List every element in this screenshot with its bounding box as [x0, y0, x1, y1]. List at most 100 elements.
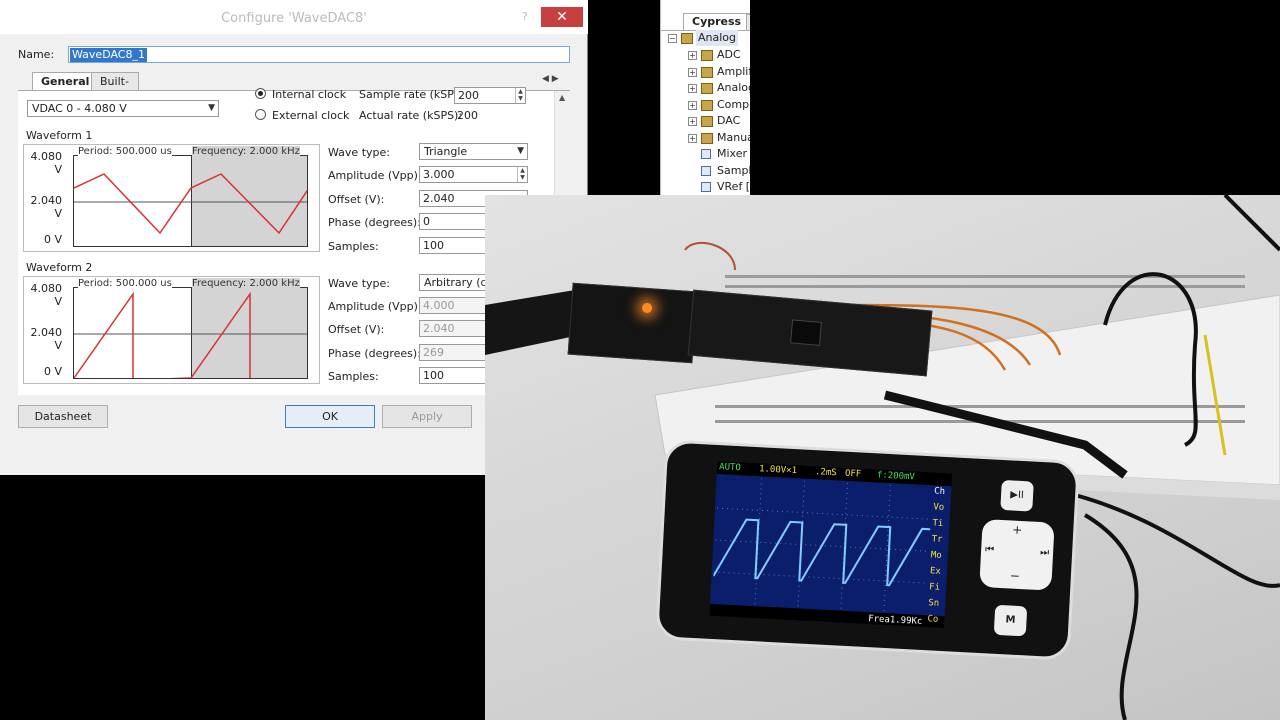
waveform1-preview-box: 4.080 V 2.040 V 0 V Period: 500.000 us F… — [23, 144, 320, 252]
wf2-offset-label: Offset (V): — [328, 323, 385, 336]
waveform1-chart — [74, 173, 307, 235]
expand-icon[interactable]: + — [688, 100, 697, 110]
name-value: WaveDAC8_1 — [70, 48, 147, 62]
waveform2-plot[interactable] — [73, 287, 308, 379]
tree-folder-item[interactable]: Amplif — [717, 64, 750, 80]
scope-screen: AUTO 1.00V×1 .2mS OFF f:200mV Frea1.99Kc… — [709, 461, 953, 629]
scope-frequency: Frea1.99Kc — [867, 614, 923, 627]
scope-menu-item[interactable]: Fi — [929, 582, 940, 593]
minus-button[interactable]: − — [1009, 568, 1020, 583]
scope-menu-item[interactable]: Ch — [934, 486, 945, 497]
next-button[interactable]: ⏭ — [1040, 547, 1050, 558]
expand-icon[interactable]: + — [688, 117, 697, 126]
scope-mode: AUTO — [718, 462, 742, 474]
scope-menu-item[interactable]: Ex — [930, 566, 941, 577]
sample-rate-value: 200 — [458, 89, 479, 102]
tab-scroll-arrows-icon[interactable]: ◀ ▶ — [542, 74, 559, 84]
tab-general[interactable]: General — [32, 72, 92, 91]
tab-cypress[interactable]: Cypress — [683, 13, 750, 30]
help-icon[interactable]: ? — [522, 10, 528, 23]
wf1-samples-value: 100 — [423, 239, 444, 252]
tab-built-in[interactable]: Built-in — [91, 72, 139, 105]
scope-menu-item[interactable]: Ti — [932, 518, 943, 529]
collapse-icon[interactable]: − — [668, 34, 677, 43]
waveform2-frequency: Frequency: 2.000 kHz — [192, 278, 300, 289]
tree-folder-item[interactable]: Analog — [717, 80, 750, 96]
waveform2-chart — [74, 291, 307, 378]
wf1-wave-type-label: Wave type: — [328, 146, 390, 159]
sample-rate-label: Sample rate (kSPS): — [359, 88, 469, 101]
datasheet-button[interactable]: Datasheet — [18, 405, 108, 428]
tree-folder-item[interactable]: Compa — [717, 97, 750, 113]
component-icon — [701, 182, 711, 192]
spin-arrows-icon[interactable]: ▲ ▼ — [517, 167, 527, 182]
waveform2-preview-box: 4.080 V 2.040 V 0 V Period: 500.000 us F… — [23, 276, 320, 384]
wf1-offset-value: 2.040 — [423, 192, 455, 205]
plus-button[interactable]: + — [1012, 523, 1023, 538]
wf2-amplitude-label: Amplitude (Vpp): — [328, 300, 422, 313]
name-input[interactable]: WaveDAC8_1 — [68, 46, 570, 63]
scope-menu-item[interactable]: Tr — [931, 534, 942, 545]
wf1-phase-label: Phase (degrees): — [328, 216, 421, 229]
actual-rate-label: Actual rate (kSPS): — [359, 109, 463, 122]
expand-icon[interactable]: + — [688, 133, 697, 143]
external-clock-radio[interactable] — [255, 109, 266, 120]
internal-clock-radio[interactable] — [255, 88, 266, 99]
prev-button[interactable]: ⏮ — [985, 544, 995, 555]
wf2-amplitude-value: 4.000 — [423, 299, 455, 312]
waveform1-frequency: Frequency: 2.000 kHz — [192, 146, 300, 157]
waveform1-period: Period: 500.000 us — [78, 146, 172, 157]
expand-icon[interactable]: + — [688, 67, 697, 77]
wf1-samples-label: Samples: — [328, 240, 379, 253]
sawtooth-trace — [74, 291, 251, 378]
tree-folder-item[interactable]: DAC — [717, 113, 740, 129]
scope-menu-item[interactable]: Co — [927, 614, 938, 625]
power-led-icon — [641, 302, 653, 314]
component-icon — [701, 165, 711, 176]
range-select-value: VDAC 0 - 4.080 V — [32, 102, 127, 115]
scope-dpad: + − ⏮ ⏭ — [979, 518, 1055, 591]
waveform2-title: Waveform 2 — [26, 261, 93, 274]
tree-component-item[interactable]: Sample — [717, 163, 750, 179]
ok-button[interactable]: OK — [285, 405, 375, 428]
waveform2-ymax: 4.080 V — [30, 282, 63, 308]
wf1-wave-type-select[interactable]: Triangle ▼ — [419, 143, 528, 160]
wf1-amplitude-label: Amplitude (Vpp): — [328, 169, 422, 182]
sample-rate-input[interactable]: 200 ▲ ▼ — [454, 87, 526, 104]
waveform1-plot[interactable] — [73, 155, 308, 247]
wf1-amplitude-input[interactable]: 3.000 ▲ ▼ — [419, 166, 528, 183]
internal-clock-label: Internal clock — [272, 88, 347, 101]
wf2-samples-label: Samples: — [328, 370, 379, 383]
tree-component-item[interactable]: Mixer [ — [717, 146, 750, 162]
scope-menu-item[interactable]: Sn — [928, 598, 939, 609]
play-pause-button[interactable]: ▶II — [1000, 479, 1034, 512]
actual-rate-value: 200 — [457, 109, 478, 122]
waveform1-title: Waveform 1 — [26, 129, 93, 142]
menu-button[interactable]: M — [993, 604, 1028, 637]
expand-icon[interactable]: + — [688, 84, 697, 93]
chevron-up-icon[interactable]: ▲ — [559, 93, 565, 102]
tab-other[interactable]: O — [746, 14, 750, 30]
tree-folder-item[interactable]: ADC — [717, 47, 741, 63]
wf2-phase-value: 269 — [423, 346, 444, 359]
tree-folder-item[interactable]: Manua — [717, 130, 750, 146]
oscilloscope: AUTO 1.00V×1 .2mS OFF f:200mV Frea1.99Kc… — [655, 439, 1080, 661]
component-catalog: Cypress O − Analog + ADC + Amplif + Analog + Co… — [660, 0, 750, 195]
scope-side-menu: Ch Vo Ti Tr Mo Ex Fi Sn Co — [927, 486, 951, 624]
scope-sawtooth-trace — [712, 518, 933, 588]
scope-trigger: f:200mV — [876, 470, 916, 483]
wf1-phase-value: 0 — [423, 215, 430, 228]
scope-menu-item[interactable]: Mo — [931, 550, 942, 561]
name-label: Name: — [18, 48, 55, 61]
tree-item-analog[interactable]: Analog — [696, 30, 739, 46]
close-button[interactable]: ✕ — [541, 7, 583, 27]
apply-button[interactable]: Apply — [382, 405, 472, 428]
expand-icon[interactable]: + — [688, 51, 697, 60]
hardware-photo: AUTO 1.00V×1 .2mS OFF f:200mV Frea1.99Kc… — [485, 195, 1280, 720]
scope-time-div: .2mS — [814, 467, 837, 479]
scope-menu-item[interactable]: Vo — [933, 502, 944, 513]
range-select[interactable]: VDAC 0 - 4.080 V ▼ — [27, 100, 219, 117]
spin-arrows-icon[interactable]: ▲ ▼ — [515, 88, 525, 103]
tree-component-item[interactable]: VRef [v — [717, 179, 750, 195]
dialog-title: Configure 'WaveDAC8' — [221, 11, 367, 26]
